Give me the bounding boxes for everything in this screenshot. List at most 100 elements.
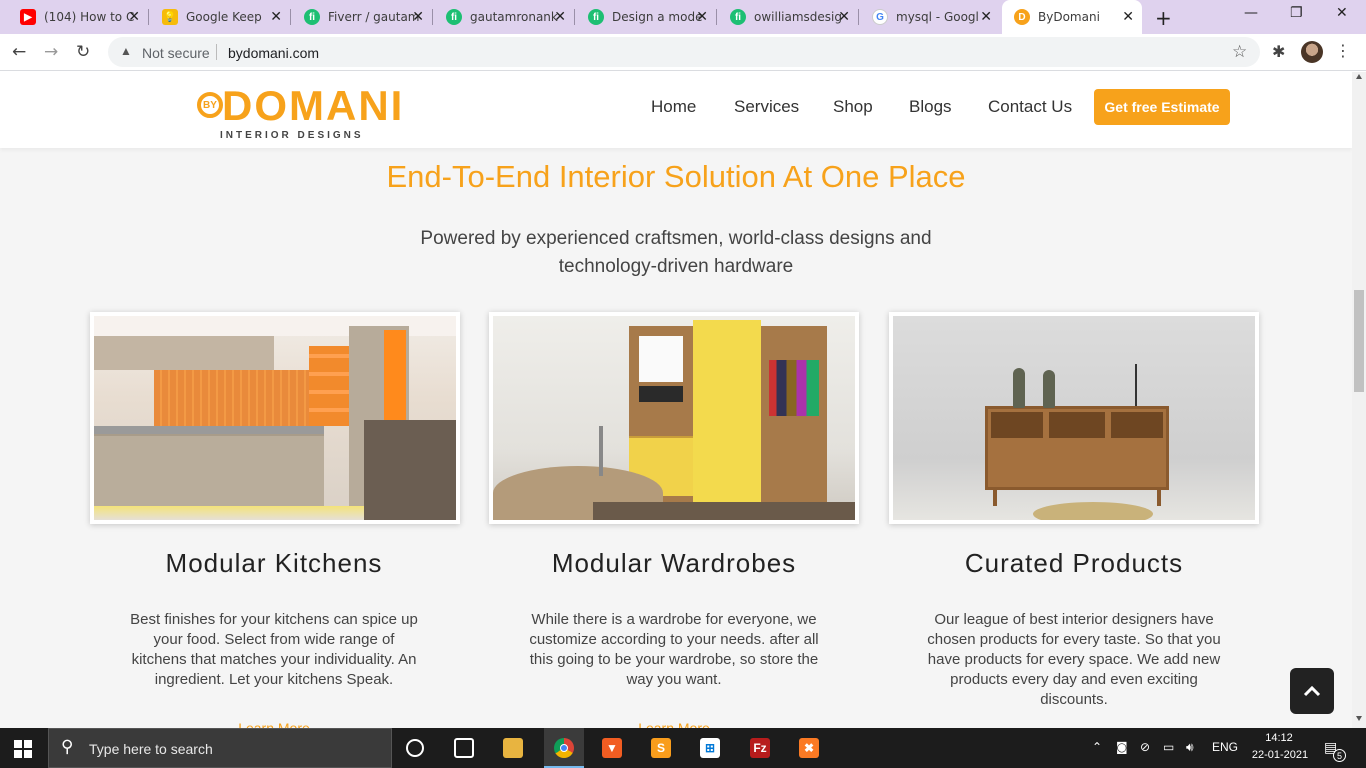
power-icon[interactable]: ▭ xyxy=(1163,740,1174,754)
service-card-products[interactable] xyxy=(889,312,1259,524)
tab-fiverr-2[interactable]: fi gautamronank ✕ xyxy=(426,0,574,34)
close-tab-icon[interactable]: ✕ xyxy=(412,9,424,25)
nav-shop[interactable]: Shop xyxy=(833,97,873,117)
close-window-button[interactable]: ✕ xyxy=(1336,5,1348,21)
nav-services[interactable]: Services xyxy=(734,97,799,117)
search-placeholder[interactable]: Type here to search xyxy=(89,741,213,757)
fiverr-icon: fi xyxy=(304,9,320,25)
tab-youtube[interactable]: ▶ (104) How to C ✕ xyxy=(0,0,148,34)
page-scrollbar[interactable] xyxy=(1352,72,1366,728)
back-icon[interactable]: ← xyxy=(12,42,26,62)
scroll-down-arrow-icon[interactable] xyxy=(1356,716,1362,721)
omnibox-divider xyxy=(216,44,217,60)
fiverr-icon: fi xyxy=(588,9,604,25)
tray-app-icon[interactable]: ◙ xyxy=(1116,740,1128,754)
logo-tagline: INTERIOR DESIGNS xyxy=(220,130,364,141)
tray-chevron-icon[interactable]: ⌃ xyxy=(1092,740,1102,754)
keep-icon: 💡 xyxy=(162,9,178,25)
service-card-kitchens[interactable] xyxy=(90,312,460,524)
menu-icon[interactable]: ⋮ xyxy=(1335,41,1351,60)
sublime-text-icon[interactable]: S xyxy=(651,738,671,758)
close-tab-icon[interactable]: ✕ xyxy=(128,9,140,25)
close-tab-icon[interactable]: ✕ xyxy=(270,9,282,25)
scrollbar-thumb[interactable] xyxy=(1354,290,1364,392)
bookmark-star-icon[interactable]: ☆ xyxy=(1232,42,1247,62)
hero-subtitle: Powered by experienced craftsmen, world-… xyxy=(420,228,932,277)
taskbar-chrome-active[interactable] xyxy=(544,728,584,768)
clock-date[interactable]: 22-01-2021 xyxy=(1248,749,1312,761)
profile-avatar[interactable] xyxy=(1301,41,1323,63)
tab-fiverr-3[interactable]: fi Design a mode ✕ xyxy=(568,0,716,34)
windows-start-icon[interactable] xyxy=(14,740,32,758)
nav-home[interactable]: Home xyxy=(651,97,696,117)
close-tab-icon[interactable]: ✕ xyxy=(554,9,566,25)
get-estimate-button[interactable]: Get free Estimate xyxy=(1094,89,1230,125)
service-desc-kitchens: Best finishes for your kitchens can spic… xyxy=(130,611,418,688)
language-indicator[interactable]: ENG xyxy=(1212,740,1238,754)
service-card-wardrobes[interactable] xyxy=(489,312,859,524)
volume-icon[interactable]: 🔊︎ xyxy=(1186,740,1194,755)
browser-toolbar: ← → ↻ ▲ Not secure bydomani.com ☆ ✱ ⋮ xyxy=(0,34,1366,71)
network-offline-icon[interactable]: ⊘ xyxy=(1140,740,1150,754)
cortana-icon[interactable] xyxy=(406,739,424,757)
learn-more-wardrobes[interactable]: Learn More xyxy=(524,720,824,728)
security-label[interactable]: Not secure xyxy=(142,45,210,61)
service-title-kitchens: Modular Kitchens xyxy=(165,548,383,578)
logo-name[interactable]: DOMANI xyxy=(222,84,404,128)
tab-bydomani[interactable]: D ByDomani ✕ xyxy=(1002,0,1142,34)
close-tab-icon[interactable]: ✕ xyxy=(980,9,992,25)
minimize-button[interactable]: — xyxy=(1244,5,1258,21)
url-text[interactable]: bydomani.com xyxy=(228,45,319,61)
close-tab-icon[interactable]: ✕ xyxy=(1122,9,1134,25)
nav-blogs[interactable]: Blogs xyxy=(909,97,952,117)
wardrobe-image xyxy=(493,316,855,520)
tab-title: (104) How to C xyxy=(44,10,135,24)
file-explorer-icon[interactable] xyxy=(503,738,523,758)
service-desc-wardrobes: While there is a wardrobe for everyone, … xyxy=(529,611,819,688)
clock-time[interactable]: 14:12 xyxy=(1264,732,1294,744)
address-bar[interactable]: ▲ Not secure bydomani.com ☆ xyxy=(108,37,1260,67)
tab-title: mysql - Googl xyxy=(896,10,979,24)
tab-fiverr-4[interactable]: fi owilliamsdesig ✕ xyxy=(710,0,858,34)
new-tab-button[interactable]: + xyxy=(1155,6,1172,30)
brave-icon[interactable]: ▼ xyxy=(602,738,622,758)
fiverr-icon: fi xyxy=(730,9,746,25)
page-viewport: BY DOMANI INTERIOR DESIGNS Home Services… xyxy=(0,72,1352,728)
maximize-button[interactable]: ❐ xyxy=(1290,5,1303,21)
hero-title: End-To-End Interior Solution At One Plac… xyxy=(386,159,966,194)
forward-icon[interactable]: → xyxy=(44,42,58,62)
tab-title: gautamronank xyxy=(470,10,558,24)
service-desc-products: Our league of best interior designers ha… xyxy=(927,611,1221,708)
logo-badge[interactable]: BY xyxy=(197,92,223,118)
scroll-to-top-button[interactable] xyxy=(1290,668,1334,714)
tab-google-mysql[interactable]: G mysql - Googl ✕ xyxy=(852,0,1000,34)
chrome-icon-center xyxy=(560,744,568,752)
task-view-icon[interactable] xyxy=(454,738,474,758)
chevron-up-icon xyxy=(1303,685,1321,697)
close-tab-icon[interactable]: ✕ xyxy=(838,9,850,25)
windows-taskbar: ⚲ Type here to search ▼ S ⊞ Fz ✖ ⌃ ◙ ⊘ ▭… xyxy=(0,728,1366,768)
learn-more-kitchens[interactable]: Learn More xyxy=(124,720,424,728)
extensions-icon[interactable]: ✱ xyxy=(1272,42,1285,61)
tab-title: ByDomani xyxy=(1038,10,1100,24)
tab-title: Fiverr / gautam xyxy=(328,10,420,24)
tab-title: owilliamsdesig xyxy=(754,10,842,24)
tab-title: Design a mode xyxy=(612,10,703,24)
reload-icon[interactable]: ↻ xyxy=(76,42,90,62)
tab-google-keep[interactable]: 💡 Google Keep ✕ xyxy=(142,0,290,34)
filezilla-icon[interactable]: Fz xyxy=(750,738,770,758)
close-tab-icon[interactable]: ✕ xyxy=(696,9,708,25)
xampp-icon[interactable]: ✖ xyxy=(799,738,819,758)
google-icon: G xyxy=(872,9,888,25)
service-title-products: Curated Products xyxy=(964,548,1184,578)
warning-icon[interactable]: ▲ xyxy=(120,44,132,58)
tab-strip: ▶ (104) How to C ✕ 💡 Google Keep ✕ fi Fi… xyxy=(0,0,1366,34)
notification-count: 5 xyxy=(1333,749,1346,762)
nav-contact[interactable]: Contact Us xyxy=(988,97,1072,117)
tab-fiverr-1[interactable]: fi Fiverr / gautam ✕ xyxy=(284,0,432,34)
kitchen-image xyxy=(94,316,456,520)
taskbar-search-box[interactable]: ⚲ Type here to search xyxy=(48,728,392,768)
scroll-up-arrow-icon[interactable] xyxy=(1356,74,1362,79)
service-title-wardrobes: Modular Wardrobes xyxy=(551,548,797,578)
store-icon[interactable]: ⊞ xyxy=(700,738,720,758)
